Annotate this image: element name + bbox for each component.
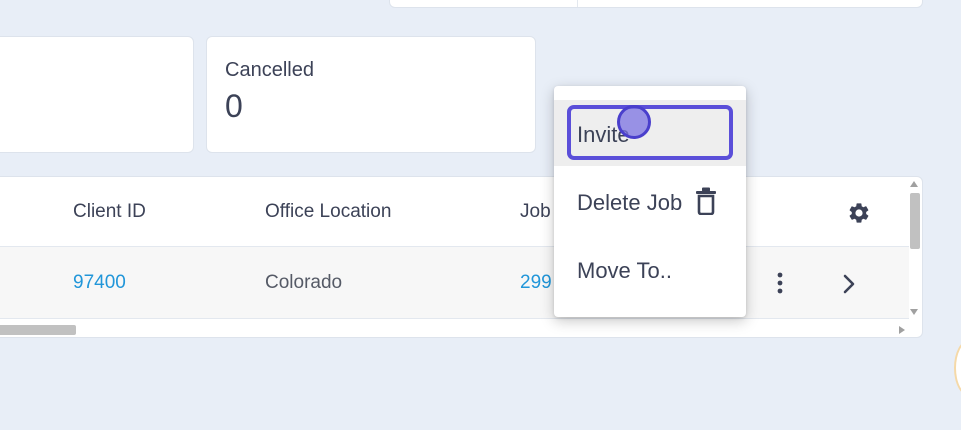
- scroll-right-arrow[interactable]: [899, 326, 905, 334]
- table-header: Client ID Office Location Job: [0, 177, 909, 247]
- chevron-right-icon[interactable]: [841, 273, 857, 295]
- floating-widget-edge[interactable]: [954, 340, 961, 396]
- scroll-up-arrow[interactable]: [910, 181, 918, 187]
- trash-icon: [696, 187, 716, 215]
- scroll-down-arrow[interactable]: [910, 309, 918, 315]
- jobs-table: Client ID Office Location Job 97400 Colo…: [0, 176, 923, 338]
- cancelled-label: Cancelled: [225, 59, 314, 81]
- strip-divider: [577, 0, 578, 7]
- gear-icon[interactable]: [847, 201, 871, 225]
- menu-item-invite[interactable]: Invite: [554, 100, 746, 166]
- column-header-office-location[interactable]: Office Location: [265, 201, 391, 223]
- vertical-scroll-thumb[interactable]: [910, 193, 920, 249]
- menu-item-delete-job[interactable]: Delete Job: [554, 168, 746, 234]
- top-summary-strip: [389, 0, 923, 8]
- office-location-cell: Colorado: [265, 272, 343, 293]
- focus-ring: [567, 105, 733, 160]
- job-link[interactable]: 299: [520, 272, 552, 294]
- client-id-link[interactable]: 97400: [73, 272, 126, 294]
- horizontal-scroll-thumb[interactable]: [0, 325, 76, 335]
- job-actions-menu: Invite Delete Job Move To..: [554, 86, 746, 317]
- cancelled-stat-card: Cancelled 0: [206, 36, 536, 153]
- stat-card: [0, 36, 194, 153]
- menu-item-label: Delete Job: [577, 190, 683, 215]
- vertical-scrollbar[interactable]: [907, 177, 922, 324]
- table-row[interactable]: 97400 Colorado 299: [0, 247, 909, 319]
- cursor-indicator: [617, 105, 651, 139]
- menu-item-label: Move To..: [577, 258, 672, 283]
- horizontal-scrollbar[interactable]: [0, 322, 909, 337]
- kebab-icon[interactable]: [775, 271, 785, 295]
- column-header-client-id[interactable]: Client ID: [73, 201, 146, 223]
- menu-item-move-to[interactable]: Move To..: [554, 236, 746, 302]
- column-header-job[interactable]: Job: [520, 201, 551, 223]
- cancelled-count: 0: [225, 88, 243, 124]
